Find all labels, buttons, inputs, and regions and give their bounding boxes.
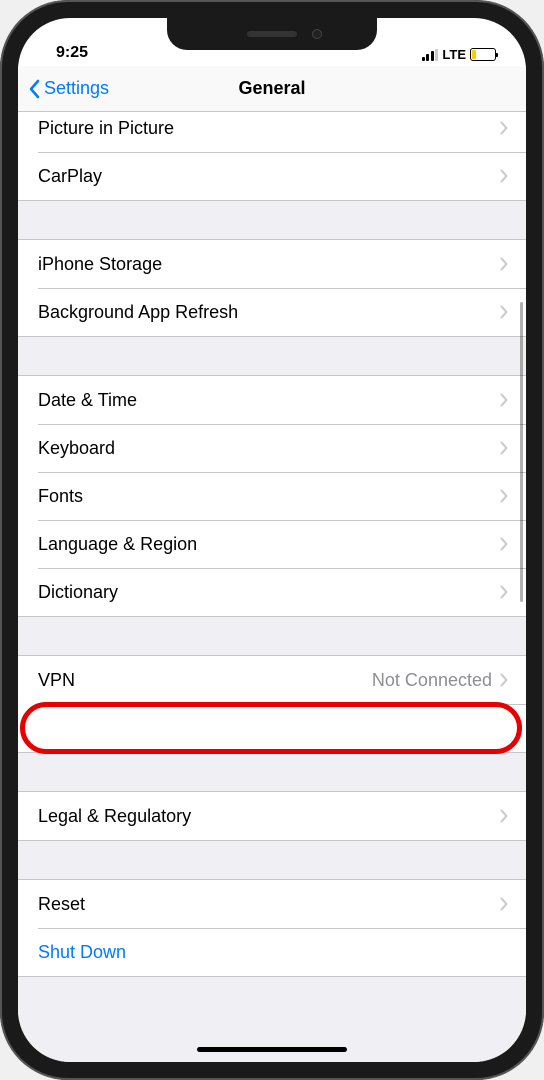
settings-row[interactable]: Dictionary (18, 568, 526, 616)
page-title: General (238, 78, 305, 99)
row-label: Fonts (38, 486, 500, 507)
chevron-right-icon (500, 441, 508, 455)
row-label: Legal & Regulatory (38, 806, 500, 827)
group-separator (18, 201, 526, 239)
row-label: CarPlay (38, 166, 500, 187)
signal-icon (422, 49, 439, 61)
settings-row[interactable]: Picture in Picture (18, 112, 526, 152)
group-separator (18, 841, 526, 879)
group-separator (18, 617, 526, 655)
battery-icon (470, 48, 496, 61)
settings-row[interactable]: Shut Down (18, 928, 526, 976)
status-right: LTE (422, 47, 496, 62)
chevron-right-icon (500, 121, 508, 135)
chevron-right-icon (500, 305, 508, 319)
chevron-right-icon (500, 673, 508, 687)
back-button[interactable]: Settings (18, 78, 109, 99)
settings-row[interactable]: iPhone Storage (18, 240, 526, 288)
settings-row[interactable]: Keyboard (18, 424, 526, 472)
chevron-right-icon (500, 537, 508, 551)
phone-frame: 9:25 LTE Settings General Pi (0, 0, 544, 1080)
chevron-right-icon (500, 393, 508, 407)
row-label: Dictionary (38, 582, 500, 603)
settings-row[interactable]: CarPlay (18, 152, 526, 200)
settings-list[interactable]: Picture in Picture CarPlay iPhone Storage B… (18, 112, 526, 1062)
settings-group: Legal & Regulatory (18, 791, 526, 841)
chevron-right-icon (500, 585, 508, 599)
settings-group: iPhone Storage Background App Refresh (18, 239, 526, 337)
chevron-right-icon (500, 809, 508, 823)
row-label: Background App Refresh (38, 302, 500, 323)
screen: 9:25 LTE Settings General Pi (18, 18, 526, 1062)
network-type: LTE (442, 47, 466, 62)
scrollbar[interactable] (520, 302, 523, 602)
settings-row[interactable]: Date & Time (18, 376, 526, 424)
row-label: VPN (38, 670, 372, 691)
settings-group: Reset Shut Down (18, 879, 526, 977)
home-indicator[interactable] (197, 1047, 347, 1052)
row-label: iPhone Storage (38, 254, 500, 275)
settings-row[interactable]: VPNNot Connected (18, 656, 526, 704)
settings-row[interactable] (18, 704, 526, 752)
settings-row[interactable]: Reset (18, 880, 526, 928)
chevron-right-icon (500, 489, 508, 503)
settings-row[interactable]: Fonts (18, 472, 526, 520)
row-label: Shut Down (38, 942, 508, 963)
settings-row[interactable]: Language & Region (18, 520, 526, 568)
settings-group: Date & Time Keyboard Fonts Language & Regio… (18, 375, 526, 617)
chevron-right-icon (500, 169, 508, 183)
settings-row[interactable]: Legal & Regulatory (18, 792, 526, 840)
row-label: Picture in Picture (38, 118, 500, 139)
settings-group: VPNNot Connected (18, 655, 526, 753)
settings-row[interactable]: Background App Refresh (18, 288, 526, 336)
status-time: 9:25 (56, 44, 88, 62)
settings-group: Picture in Picture CarPlay (18, 112, 526, 201)
row-label: Reset (38, 894, 500, 915)
row-label: Language & Region (38, 534, 500, 555)
chevron-left-icon (28, 79, 40, 99)
chevron-right-icon (500, 257, 508, 271)
nav-bar: Settings General (18, 66, 526, 112)
chevron-right-icon (500, 897, 508, 911)
group-separator (18, 753, 526, 791)
highlight-annotation (20, 702, 522, 754)
group-separator (18, 337, 526, 375)
row-value: Not Connected (372, 670, 492, 691)
notch (167, 18, 377, 50)
row-label: Date & Time (38, 390, 500, 411)
row-label: Keyboard (38, 438, 500, 459)
back-label: Settings (44, 78, 109, 99)
